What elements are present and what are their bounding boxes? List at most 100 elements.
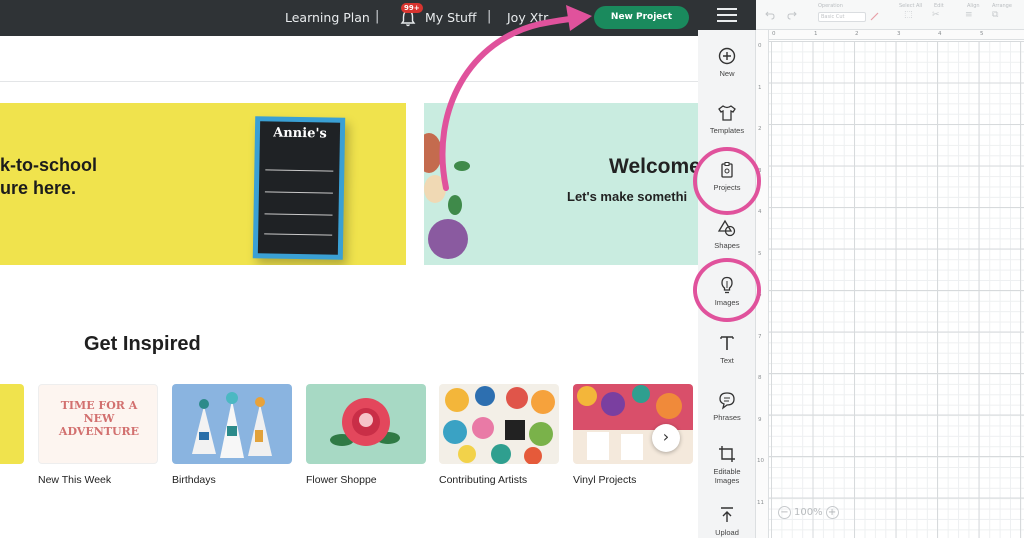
edit-toolbar: Operation Basic Cut Select All ⬚ Edit ✂ … (756, 0, 1024, 30)
ruler-number: 10 (757, 458, 764, 464)
inspiration-card-vinyl-projects[interactable] (573, 384, 693, 464)
card-label[interactable]: Contributing Artists (439, 474, 527, 486)
new-project-button[interactable]: New Project (594, 6, 689, 29)
divider (0, 81, 698, 82)
arrange-icon[interactable]: ⧉ (992, 10, 998, 20)
card-art-text: TIME FOR A NEW ADVENTURE (58, 399, 140, 438)
ruler-number: 2 (855, 31, 859, 37)
ruler-number: 4 (938, 31, 942, 37)
learning-plan-link[interactable]: Learning Plan (285, 10, 370, 25)
welcome-banner[interactable]: Welcome Let's make somethi (424, 103, 698, 265)
leaf-decoration (448, 195, 462, 215)
ruler-number: 7 (758, 334, 762, 340)
sidebar-item-phrases[interactable]: Phrases (698, 390, 756, 422)
ruler-number: 3 (897, 31, 901, 37)
images-highlight-ring (693, 258, 761, 322)
ruler-number: 1 (814, 31, 818, 37)
home-panel: Learning Plan | 99+ My Stuff | Joy Xtr N… (0, 0, 698, 538)
ruler-number: 1 (758, 85, 762, 91)
horizontal-ruler: 0 1 2 3 4 5 (769, 30, 1024, 40)
sidebar-item-new[interactable]: New (698, 46, 756, 78)
inspiration-card-partial[interactable] (0, 384, 24, 464)
party-hats-image (192, 392, 272, 458)
sticker-collage-image (443, 386, 555, 464)
operation-select[interactable]: Basic Cut (818, 12, 866, 22)
operation-label: Operation (818, 3, 843, 9)
my-stuff-link[interactable]: My Stuff (425, 10, 477, 25)
card-label[interactable]: Vinyl Projects (573, 474, 636, 486)
sidebar-item-upload[interactable]: Upload (698, 505, 756, 537)
get-inspired-heading: Get Inspired (84, 333, 201, 355)
flower-decoration (428, 219, 468, 259)
card-label[interactable]: Birthdays (172, 474, 216, 486)
inspiration-card-new-this-week[interactable]: TIME FOR A NEW ADVENTURE (38, 384, 158, 464)
ruler-number: 8 (758, 375, 762, 381)
inspiration-card-flower-shoppe[interactable] (306, 384, 426, 464)
card-label[interactable]: New This Week (38, 474, 111, 486)
chalk-line (264, 191, 333, 194)
chalk-line (264, 213, 333, 216)
chalkboard-title: Annie's (273, 125, 327, 142)
inspiration-card-contributing-artists[interactable] (439, 384, 559, 464)
notification-badge: 99+ (401, 3, 423, 13)
design-canvas-grid[interactable] (769, 41, 1024, 538)
ruler-number: 0 (758, 43, 762, 49)
vinyl-mural-image (573, 384, 693, 460)
back-to-school-banner[interactable]: k-to-school ure here. Annie's (0, 103, 406, 265)
inspiration-card-birthdays[interactable] (172, 384, 292, 464)
plus-circle-icon (718, 47, 736, 65)
nav-separator: | (375, 9, 380, 24)
welcome-subtitle: Let's make somethi (567, 189, 688, 204)
zoom-out-button[interactable]: − (778, 506, 791, 519)
sidebar-item-label: Upload (715, 528, 739, 537)
ruler-number: 11 (757, 500, 764, 506)
sidebar-item-label: Text (720, 356, 734, 365)
sidebar-item-label: Phrases (713, 413, 741, 422)
align-icon[interactable]: ≡ (965, 10, 973, 20)
redo-icon[interactable] (787, 10, 797, 20)
sidebar-item-label: Editable Images (713, 467, 741, 485)
shirt-icon (718, 105, 736, 121)
sidebar-item-label: Shapes (714, 241, 740, 250)
zoom-control: −100% + (778, 506, 839, 522)
leaf-decoration (454, 161, 470, 171)
shapes-icon (717, 219, 736, 237)
chalkboard-image: Annie's (252, 116, 346, 260)
arrange-label: Arrange (992, 3, 1012, 9)
ruler-number: 9 (758, 417, 762, 423)
projects-highlight-ring (693, 147, 761, 215)
sidebar-item-shapes[interactable]: Shapes (698, 218, 756, 250)
ruler-number: 2 (758, 126, 762, 132)
carousel-next-button[interactable]: › (652, 424, 680, 452)
user-menu[interactable]: Joy Xtr (507, 10, 548, 25)
sidebar-item-label: New (719, 69, 735, 78)
nav-separator: | (487, 9, 492, 24)
select-all-icon[interactable]: ⬚ (904, 10, 913, 20)
welcome-title: Welcome (609, 155, 698, 178)
crop-icon (719, 446, 735, 462)
scissors-icon[interactable]: ✂ (932, 10, 940, 20)
sidebar-item-templates[interactable]: Templates (698, 103, 756, 135)
sidebar-item-label: Templates (709, 126, 745, 135)
speech-bubble-icon (719, 392, 735, 410)
select-all-label: Select All (899, 3, 923, 9)
zoom-in-button[interactable]: + (825, 506, 839, 519)
banner-headline-1: k-to-school (0, 155, 97, 175)
card-label[interactable]: Flower Shoppe (306, 474, 377, 486)
paper-flower-image (330, 398, 400, 446)
undo-icon[interactable] (765, 10, 775, 20)
chalk-line (264, 233, 333, 236)
ruler-number: 5 (758, 251, 762, 257)
flower-decoration (424, 175, 446, 203)
flower-decoration (424, 133, 442, 173)
sidebar-item-text[interactable]: Text (698, 333, 756, 365)
pen-icon[interactable] (870, 11, 880, 21)
align-label: Align (967, 3, 980, 9)
ruler-number: 4 (758, 209, 762, 215)
hamburger-menu-icon[interactable] (717, 8, 737, 22)
sidebar-item-editable-images[interactable]: Editable Images (698, 444, 756, 485)
banner-headline-2: ure here. (0, 178, 77, 198)
ruler-number: 5 (980, 31, 984, 37)
upload-icon (721, 507, 733, 522)
text-icon (720, 336, 734, 350)
